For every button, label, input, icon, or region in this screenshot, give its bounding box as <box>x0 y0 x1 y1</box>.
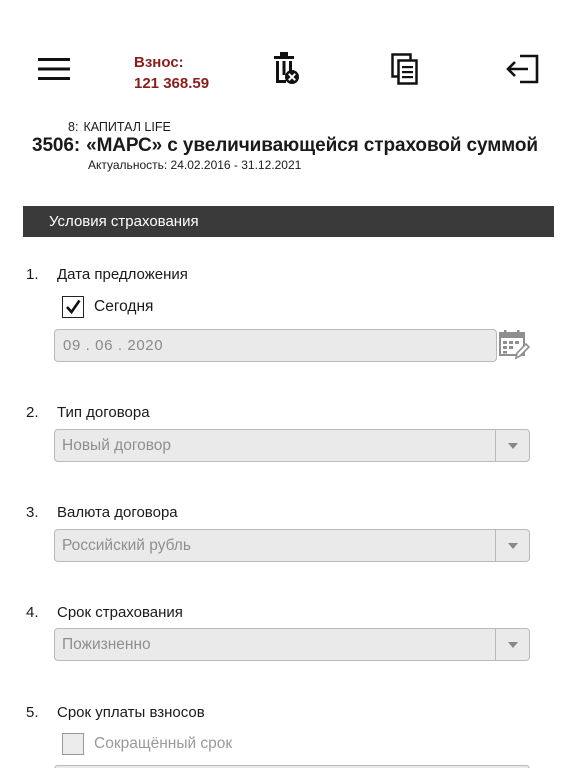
question-label: Тип договора <box>57 404 150 421</box>
product-validity: Актуальность: 24.02.2016 - 31.12.2021 <box>88 158 302 172</box>
question-label: Срок уплаты взносов <box>57 704 205 721</box>
menu-button[interactable] <box>34 52 74 86</box>
select-value: Российский рубль <box>62 537 191 554</box>
today-checkbox[interactable]: Сегодня <box>62 296 153 318</box>
checkbox-label: Сегодня <box>94 298 154 315</box>
product-group-name: КАПИТАЛ LIFE <box>83 120 171 134</box>
exit-button[interactable] <box>502 50 544 88</box>
chevron-down-icon <box>507 542 518 549</box>
question-number: 1. <box>26 266 39 283</box>
premium-summary: Взнос: 121 368.59 <box>134 52 209 94</box>
checkbox-box[interactable] <box>62 733 84 755</box>
question-number: 5. <box>26 704 39 721</box>
checkbox-label: Сокращённый срок <box>94 735 233 752</box>
product-name: «МАРС» с увеличивающейся страховой суммо… <box>86 135 538 156</box>
currency-select[interactable]: Российский рубль <box>54 529 530 562</box>
menu-icon <box>38 58 70 80</box>
offer-date-input[interactable]: 09 . 06 . 2020 <box>54 329 497 362</box>
premium-label: Взнос: <box>134 54 184 71</box>
copy-button[interactable] <box>386 50 424 88</box>
dropdown-button[interactable] <box>495 530 529 561</box>
section-header: Условия страхования <box>23 206 554 237</box>
question-number: 2. <box>26 404 39 421</box>
exit-icon <box>506 54 539 84</box>
question-label: Срок страхования <box>57 604 183 621</box>
question-label: Дата предложения <box>57 266 188 283</box>
toolbar: Взнос: 121 368.59 <box>0 0 576 115</box>
dropdown-button[interactable] <box>495 629 529 660</box>
chevron-down-icon <box>507 641 518 648</box>
insurance-term-select[interactable]: Пожизненно <box>54 628 530 661</box>
select-value: Новый договор <box>62 437 172 454</box>
contract-type-select[interactable]: Новый договор <box>54 429 530 462</box>
select-value: Пожизненно <box>62 636 151 653</box>
app-screen: Взнос: 121 368.59 8: КАПИТАЛ LIFE 3506: … <box>0 0 576 768</box>
chevron-down-icon <box>507 442 518 449</box>
product-title: 3506: «МАРС» с увеличивающейся страховой … <box>32 135 538 157</box>
calendar-edit-icon <box>499 330 530 360</box>
product-group-number: 8: <box>68 120 79 134</box>
question-insurance-term: 4. Срок страхования <box>26 604 183 621</box>
question-contract-type: 2. Тип договора <box>26 404 150 421</box>
question-label: Валюта договора <box>57 504 178 521</box>
checkmark-icon <box>66 299 81 315</box>
calendar-button[interactable] <box>497 328 531 362</box>
dropdown-button[interactable] <box>495 430 529 461</box>
trash-delete-icon <box>274 52 299 84</box>
question-number: 4. <box>26 604 39 621</box>
delete-button[interactable] <box>268 50 306 88</box>
checkbox-box[interactable] <box>62 296 84 318</box>
product-code: 3506: <box>32 135 81 156</box>
question-offer-date: 1. Дата предложения <box>26 266 188 283</box>
product-group: 8: КАПИТАЛ LIFE <box>68 120 171 134</box>
question-payment-term: 5. Срок уплаты взносов <box>26 704 205 721</box>
copy-icon <box>391 53 418 85</box>
question-number: 3. <box>26 504 39 521</box>
premium-value: 121 368.59 <box>134 75 210 92</box>
question-currency: 3. Валюта договора <box>26 504 178 521</box>
shortened-term-checkbox[interactable]: Сокращённый срок <box>62 733 232 755</box>
